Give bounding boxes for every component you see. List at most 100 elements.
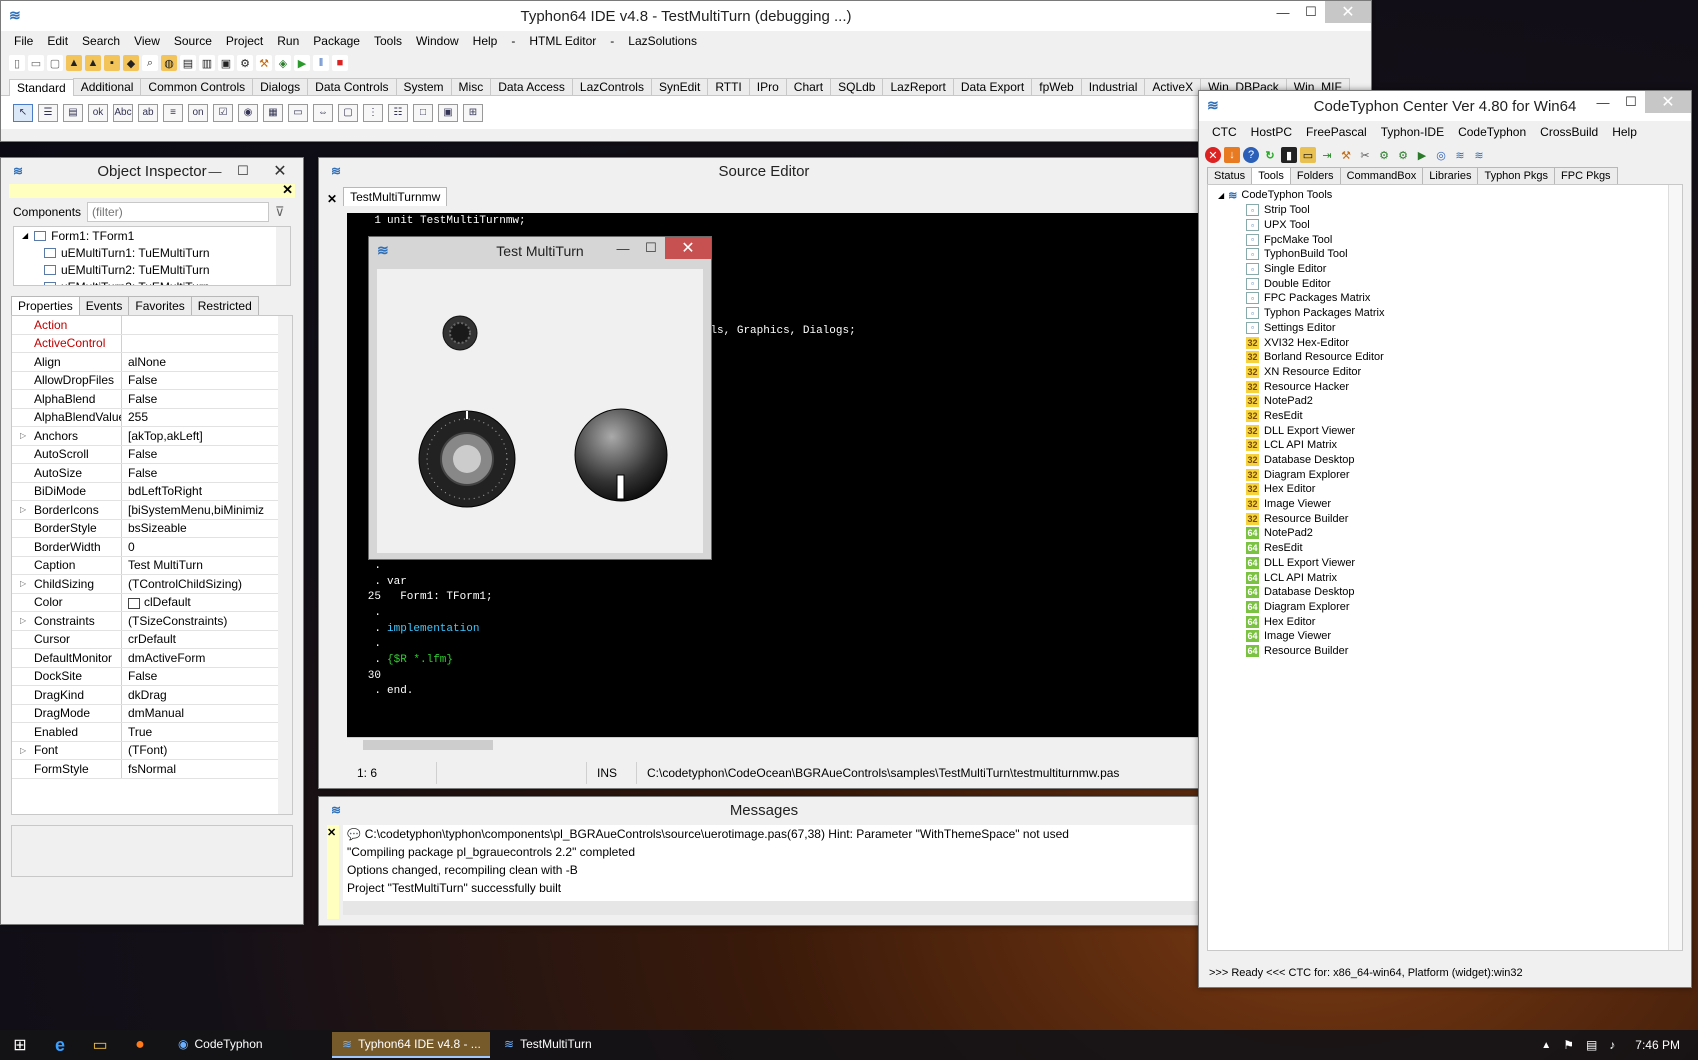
editor-tab[interactable]: TestMultiTurnmw (343, 187, 448, 206)
palette-tab[interactable]: Data Export (952, 78, 1033, 95)
minimize-button[interactable]: — (201, 160, 229, 182)
inspector-tab[interactable]: Restricted (190, 296, 259, 315)
tool-item[interactable]: 64 Diagram Explorer (1218, 600, 1682, 615)
palette-tab[interactable]: Data Controls (307, 78, 397, 95)
ctc-tab[interactable]: Tools (1251, 167, 1291, 184)
cog-icon[interactable]: ⚙ (1395, 147, 1411, 163)
expand-icon[interactable]: ▷ (20, 746, 26, 755)
source-editor-titlebar[interactable]: ≋ Source Editor (319, 158, 1209, 184)
expand-icon[interactable]: ▷ (20, 579, 26, 588)
property-value[interactable]: dkDrag (122, 688, 292, 702)
filter-clear-icon[interactable]: ⊽ (275, 204, 285, 220)
palette-tab[interactable]: Additional (72, 78, 142, 95)
property-row[interactable]: FormStyle fsNormal (12, 760, 292, 779)
tool-item[interactable]: ▫ Typhon Packages Matrix (1218, 306, 1682, 321)
stop-icon[interactable]: ✕ (1205, 147, 1221, 163)
property-value[interactable]: fsNormal (122, 762, 292, 776)
code-line[interactable]: . (347, 637, 1209, 653)
menu-item[interactable]: Source (167, 34, 219, 48)
terminal-icon[interactable]: ▮ (1281, 147, 1297, 163)
menu-item[interactable]: Package (306, 34, 367, 48)
close-button[interactable]: ✕ (1645, 91, 1691, 113)
small-knob[interactable] (442, 315, 478, 351)
tool-item[interactable]: 64 Database Desktop (1218, 585, 1682, 600)
property-row[interactable]: Cursor crDefault (12, 630, 292, 649)
ctc-menu-item[interactable]: Help (1605, 125, 1644, 139)
tool-item[interactable]: ▫ Settings Editor (1218, 321, 1682, 336)
property-row[interactable]: DragMode dmManual (12, 704, 292, 723)
tool-item[interactable]: 32 Hex Editor (1218, 482, 1682, 497)
main-menu-icon[interactable]: ☰ (38, 103, 58, 122)
inspector-tab[interactable]: Events (78, 296, 130, 315)
new-unit-icon[interactable]: ▭ (28, 55, 44, 71)
menu-item[interactable]: Help (466, 34, 505, 48)
tool-item[interactable]: 32 Borland Resource Editor (1218, 350, 1682, 365)
property-row[interactable]: ▷ Anchors [akTop,akLeft] (12, 427, 292, 446)
ctc-tab[interactable]: Status (1207, 167, 1253, 184)
property-row[interactable]: DefaultMonitor dmActiveForm (12, 649, 292, 668)
tool-item[interactable]: 64 Resource Builder (1218, 644, 1682, 659)
code-line[interactable]: . end. (347, 684, 1209, 700)
tool-item[interactable]: 32 Image Viewer (1218, 497, 1682, 512)
editor-hscrollbar[interactable] (347, 737, 1209, 751)
typhon64-icon[interactable]: ≋ (1452, 147, 1468, 163)
tool-item[interactable]: 64 NotePad2 (1218, 526, 1682, 541)
tool-item[interactable]: ▫ TyphonBuild Tool (1218, 247, 1682, 262)
maximize-button[interactable]: ☐ (1617, 91, 1645, 113)
property-row[interactable]: Caption Test MultiTurn (12, 556, 292, 575)
property-value[interactable]: (TSizeConstraints) (122, 614, 292, 628)
tool-item[interactable]: 64 Hex Editor (1218, 614, 1682, 629)
folder-icon[interactable]: ▭ (1300, 147, 1316, 163)
taskbar-task[interactable]: ≋ Typhon64 IDE v4.8 - ... (332, 1032, 490, 1058)
expand-icon[interactable]: ▷ (20, 616, 26, 625)
minimize-button[interactable]: — (609, 237, 637, 259)
maximize-button[interactable]: ☐ (229, 160, 257, 182)
tools-icon[interactable]: ✂ (1357, 147, 1373, 163)
explorer-icon[interactable]: ▭ (80, 1035, 120, 1055)
taskbar-task[interactable]: ◉ CodeTyphon (168, 1032, 328, 1058)
typhon32-icon[interactable]: ≋ (1471, 147, 1487, 163)
palette-tab[interactable]: Chart (785, 78, 832, 95)
actionlist-icon[interactable]: ⊞ (463, 103, 483, 122)
firefox-icon[interactable]: ● (120, 1036, 160, 1054)
property-row[interactable]: Enabled True (12, 723, 292, 742)
property-value[interactable]: False (122, 466, 292, 480)
property-row[interactable]: ▷ Font (TFont) (12, 741, 292, 760)
ctc-tab[interactable]: FPC Pkgs (1554, 167, 1618, 184)
build-icon[interactable]: ⚒ (256, 55, 272, 71)
ctc-titlebar[interactable]: ≋ CodeTyphon Center Ver 4.80 for Win64 —… (1199, 91, 1691, 121)
tree-root[interactable]: ◢ ≋ CodeTyphon Tools (1218, 187, 1682, 203)
checkbox-icon[interactable]: ☑ (213, 103, 233, 122)
tool-item[interactable]: 32 Database Desktop (1218, 453, 1682, 468)
palette-tab[interactable]: Standard (9, 79, 74, 96)
tray-chevron-icon[interactable]: ▲ (1541, 1040, 1551, 1051)
run-icon[interactable]: ▶ (294, 55, 310, 71)
message-item[interactable]: "Compiling package pl_bgrauecontrols 2.2… (343, 843, 1209, 861)
expand-icon[interactable]: ◢ (22, 231, 28, 240)
open-recent-icon[interactable]: ▲ (85, 55, 101, 71)
ctc-tab[interactable]: Typhon Pkgs (1477, 167, 1556, 184)
dial-knob[interactable] (418, 410, 516, 508)
property-value[interactable]: False (122, 373, 292, 387)
ctc-tab[interactable]: Libraries (1422, 167, 1479, 184)
palette-tab[interactable]: RTTI (707, 78, 750, 95)
ctc-menu-item[interactable]: CTC (1205, 125, 1244, 139)
tool-item[interactable]: 32 XVI32 Hex-Editor (1218, 335, 1682, 350)
property-value[interactable]: crDefault (122, 632, 292, 646)
palette-tab[interactable]: Industrial (1080, 78, 1146, 95)
tool-item[interactable]: 64 DLL Export Viewer (1218, 556, 1682, 571)
inspector-tab[interactable]: Favorites (128, 296, 192, 315)
close-button[interactable]: ✕ (257, 160, 303, 182)
build-icon[interactable]: ⚒ (1338, 147, 1354, 163)
inspector-tab[interactable]: Properties (11, 296, 80, 315)
download-icon[interactable]: ↓ (1224, 147, 1240, 163)
property-value[interactable]: Test MultiTurn (122, 558, 292, 572)
tree-node[interactable]: uEMultiTurn3: TuEMultiTurn (14, 278, 290, 285)
menu-item[interactable]: Window (409, 34, 466, 48)
close-tab-icon[interactable]: ✕ (327, 192, 337, 206)
menu-item[interactable]: File (7, 34, 40, 48)
replace-icon[interactable]: ◍ (161, 55, 177, 71)
palette-tab[interactable]: IPro (748, 78, 787, 95)
search-icon[interactable]: ⌕ (142, 55, 158, 71)
tool-item[interactable]: ▫ UPX Tool (1218, 218, 1682, 233)
